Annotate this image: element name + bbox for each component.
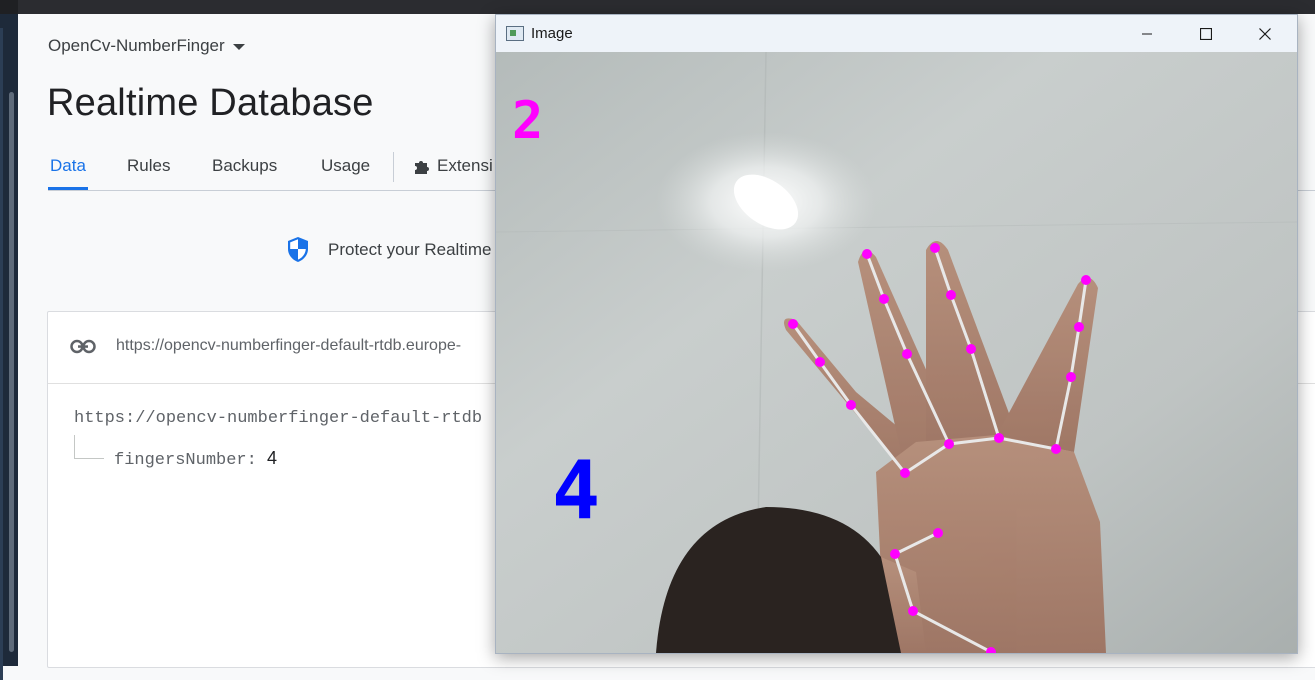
tab-extensions[interactable]: Extensi — [437, 156, 493, 176]
protect-banner-text: Protect your Realtime — [328, 239, 492, 259]
image-app-icon — [506, 26, 524, 41]
tab-rules[interactable]: Rules — [127, 156, 170, 176]
active-tab-indicator — [48, 187, 88, 190]
tab-usage[interactable]: Usage — [321, 156, 370, 176]
sidebar-edge — [0, 28, 3, 680]
project-picker[interactable]: OpenCv-NumberFinger — [48, 36, 245, 56]
top-strip — [0, 0, 1315, 15]
node-key: fingersNumber — [114, 451, 247, 470]
opencv-image-window[interactable]: Image 2 4 — [495, 14, 1298, 654]
sidebar-scrollbar[interactable] — [9, 92, 14, 652]
window-title: Image — [531, 25, 573, 42]
tree-node-fingers-number[interactable]: fingersNumber: 4 — [114, 448, 277, 470]
caret-down-icon — [232, 44, 245, 50]
overlay-finger-count: 4 — [552, 444, 600, 537]
page-title: Realtime Database — [47, 82, 374, 124]
left-sidebar — [0, 14, 18, 680]
tree-connector-branch — [74, 458, 104, 459]
puzzle-icon — [415, 161, 429, 174]
database-url[interactable]: https://opencv-numberfinger-default-rtdb… — [116, 337, 461, 355]
close-icon — [1259, 27, 1271, 40]
maximize-icon — [1200, 27, 1212, 40]
node-separator: : — [246, 451, 268, 470]
maximize-button[interactable] — [1177, 15, 1235, 52]
camera-frame: 2 4 — [496, 52, 1297, 653]
minimize-button[interactable] — [1118, 15, 1176, 52]
node-value: 4 — [267, 448, 278, 468]
protect-banner: Protect your Realtime — [286, 236, 491, 263]
link-icon[interactable] — [70, 337, 96, 357]
window-titlebar[interactable]: Image — [496, 15, 1297, 52]
browser-tabbar — [18, 0, 1315, 15]
shield-icon — [288, 237, 308, 262]
overlay-top-number: 2 — [512, 91, 543, 151]
tree-connector — [74, 435, 75, 458]
tab-backups[interactable]: Backups — [212, 156, 277, 176]
project-name: OpenCv-NumberFinger — [48, 36, 225, 55]
close-button[interactable] — [1236, 15, 1294, 52]
tab-divider — [393, 152, 394, 182]
minimize-icon — [1142, 33, 1152, 34]
tree-root-url[interactable]: https://opencv-numberfinger-default-rtdb — [74, 409, 482, 428]
tab-data[interactable]: Data — [50, 156, 86, 176]
